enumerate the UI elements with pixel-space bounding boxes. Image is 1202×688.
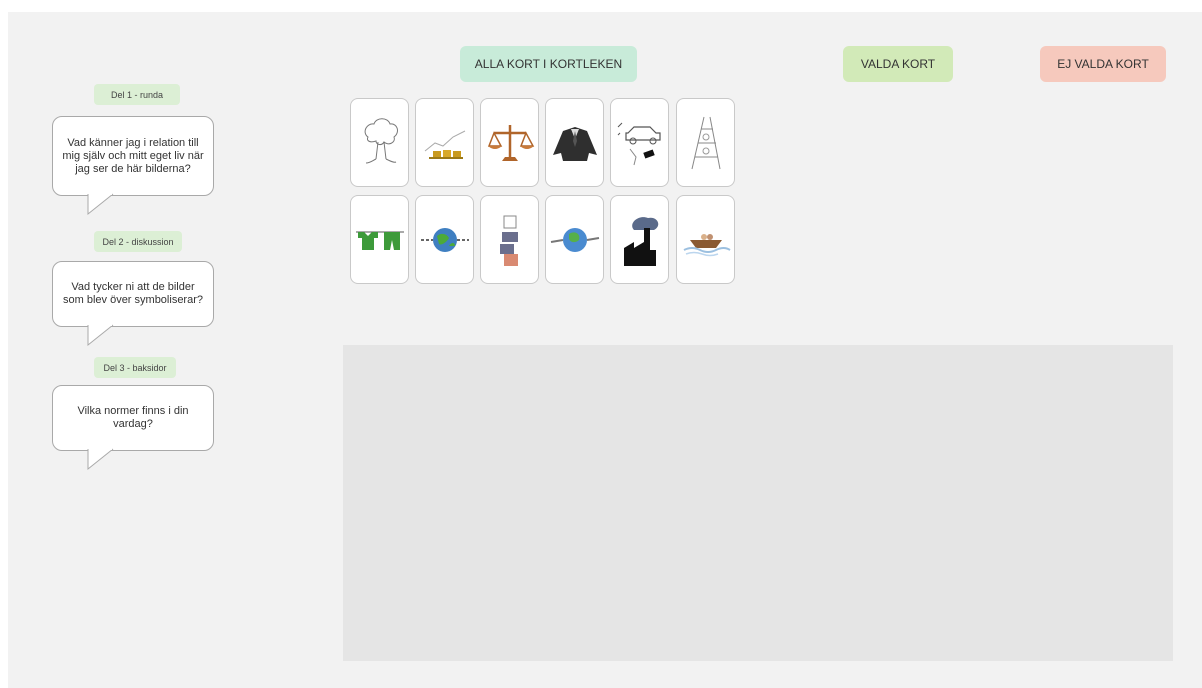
question-bubble-part2[interactable]: Vad tycker ni att de bilder som blev öve… (52, 261, 214, 347)
card-puzzle[interactable] (480, 195, 539, 284)
speech-tail-icon (87, 193, 114, 216)
card-clothesline[interactable] (350, 195, 409, 284)
not-chosen-cards-button[interactable]: EJ VALDA KORT (1040, 46, 1166, 82)
card-globe-chain[interactable] (415, 195, 474, 284)
car-sketch-icon (617, 122, 661, 165)
boat-water-icon (683, 233, 731, 256)
speech-tail-icon (87, 448, 114, 471)
card-car[interactable] (610, 98, 669, 187)
question-bubble-part1[interactable]: Vad känner jag i relation till mig själv… (52, 116, 214, 216)
puzzle-pieces-icon (499, 215, 518, 266)
section-tag-part3: Del 3 - baksidor (94, 357, 176, 378)
card-suit[interactable] (545, 98, 604, 187)
suit-person-icon (552, 126, 597, 161)
card-globe-hands[interactable] (545, 195, 604, 284)
gold-bars-growth-icon (424, 130, 465, 159)
ladder-shelf-icon (691, 116, 720, 169)
clothesline-icon (355, 231, 404, 250)
question-bubble-part3[interactable]: Vilka normer finns i din vardag? (52, 385, 214, 471)
chosen-cards-button[interactable]: VALDA KORT (843, 46, 953, 82)
card-drop-area[interactable] (343, 345, 1173, 661)
globe-hands-icon (550, 227, 599, 252)
tree-drawing-icon (364, 117, 398, 163)
card-factory[interactable] (610, 195, 669, 284)
section-tag-part2: Del 2 - diskussion (94, 231, 182, 252)
speech-tail-icon (87, 324, 114, 347)
question-text-part2: Vad tycker ni att de bilder som blev öve… (63, 281, 203, 306)
card-boat[interactable] (676, 195, 735, 284)
globe-chain-icon (420, 227, 469, 252)
section-tag-part1: Del 1 - runda (94, 84, 180, 105)
all-cards-button[interactable]: ALLA KORT I KORTLEKEN (460, 46, 637, 82)
card-ladder[interactable] (676, 98, 735, 187)
factory-smoke-icon (623, 216, 658, 266)
card-tree[interactable] (350, 98, 409, 187)
card-scale[interactable] (480, 98, 539, 187)
question-text-part1: Vad känner jag i relation till mig själv… (62, 136, 204, 175)
balance-scale-icon (487, 124, 534, 161)
question-text-part3: Vilka normer finns i din vardag? (77, 405, 189, 430)
card-gold-bars[interactable] (415, 98, 474, 187)
